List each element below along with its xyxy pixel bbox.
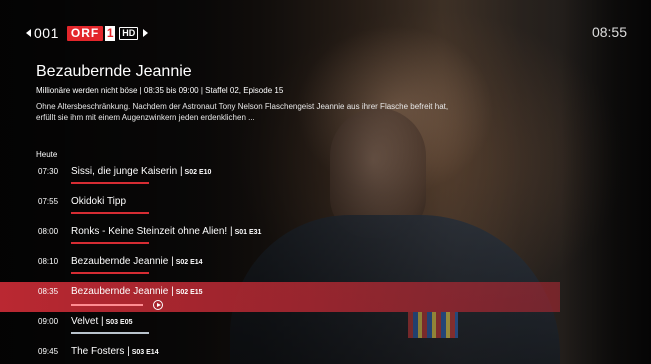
epg-item[interactable]: 07:30 Sissi, die junge Kaiserin | S02 E10 — [0, 162, 560, 192]
epg-item-progress — [71, 242, 149, 244]
program-title: Bezaubernde Jeannie — [36, 63, 192, 80]
epg-item-title: Okidoki Tipp — [71, 196, 127, 207]
epg-item-title: Velvet | S03 E05 — [71, 316, 133, 327]
epg-item-title: The Fosters | S03 E14 — [71, 346, 159, 357]
right-shade-panel — [561, 0, 651, 364]
channel-logo-text: ORF — [66, 25, 104, 41]
epg-item-episode: S02 E15 — [175, 289, 203, 296]
epg-item-episode: S02 E10 — [184, 169, 212, 176]
program-meta: Millionäre werden nicht böse | 08:35 bis… — [36, 86, 284, 95]
program-description: Ohne Altersbeschränkung. Nachdem der Ast… — [36, 102, 449, 122]
epg-item-time: 08:35 — [38, 287, 59, 296]
epg-item-time: 08:10 — [38, 257, 59, 266]
epg-item-progress — [71, 304, 143, 306]
epg-item[interactable]: 09:45 The Fosters | S03 E14 — [0, 342, 560, 364]
epg-item-episode: S02 E14 — [175, 259, 203, 266]
epg-item-progress — [71, 272, 149, 274]
epg-item-progress — [71, 332, 149, 334]
epg-item[interactable]: 08:00 Ronks - Keine Steinzeit ohne Alien… — [0, 222, 560, 252]
schedule-day-label: Heute — [36, 150, 58, 159]
channel-prev-icon[interactable] — [26, 29, 31, 37]
epg-item-time: 09:45 — [38, 347, 59, 356]
play-icon[interactable] — [153, 300, 163, 310]
epg-item-time: 09:00 — [38, 317, 59, 326]
epg-item-episode: S01 E31 — [234, 229, 262, 236]
hd-badge: HD — [119, 26, 139, 40]
epg-item-title: Bezaubernde Jeannie | S02 E14 — [71, 256, 203, 267]
epg-item-episode: S03 E05 — [105, 319, 133, 326]
epg-item-selected[interactable]: 08:35 Bezaubernde Jeannie | S02 E15 — [0, 282, 560, 312]
epg-item-time: 08:00 — [38, 227, 59, 236]
epg-item-time: 07:55 — [38, 197, 59, 206]
epg-item-time: 07:30 — [38, 167, 59, 176]
epg-item-progress — [71, 212, 149, 214]
epg-item[interactable]: 08:10 Bezaubernde Jeannie | S02 E14 — [0, 252, 560, 282]
epg-item-episode: S03 E14 — [131, 349, 159, 356]
epg-item-progress — [71, 182, 149, 184]
channel-header: 001 ORF 1 HD — [26, 22, 149, 44]
clock: 08:55 — [591, 24, 627, 40]
channel-number: 001 — [34, 25, 59, 41]
epg-item-title: Ronks - Keine Steinzeit ohne Alien! | S01… — [71, 226, 262, 237]
epg-item-title: Sissi, die junge Kaiserin | S02 E10 — [71, 166, 212, 177]
epg-item[interactable]: 09:00 Velvet | S03 E05 — [0, 312, 560, 342]
channel-next-icon[interactable] — [143, 29, 149, 37]
epg-item[interactable]: 07:55 Okidoki Tipp — [0, 192, 560, 222]
channel-logo: ORF 1 — [66, 25, 116, 41]
channel-logo-digit: 1 — [105, 25, 116, 41]
epg-list: 07:30 Sissi, die junge Kaiserin | S02 E10… — [0, 162, 560, 364]
epg-item-title: Bezaubernde Jeannie | S02 E15 — [71, 286, 203, 297]
